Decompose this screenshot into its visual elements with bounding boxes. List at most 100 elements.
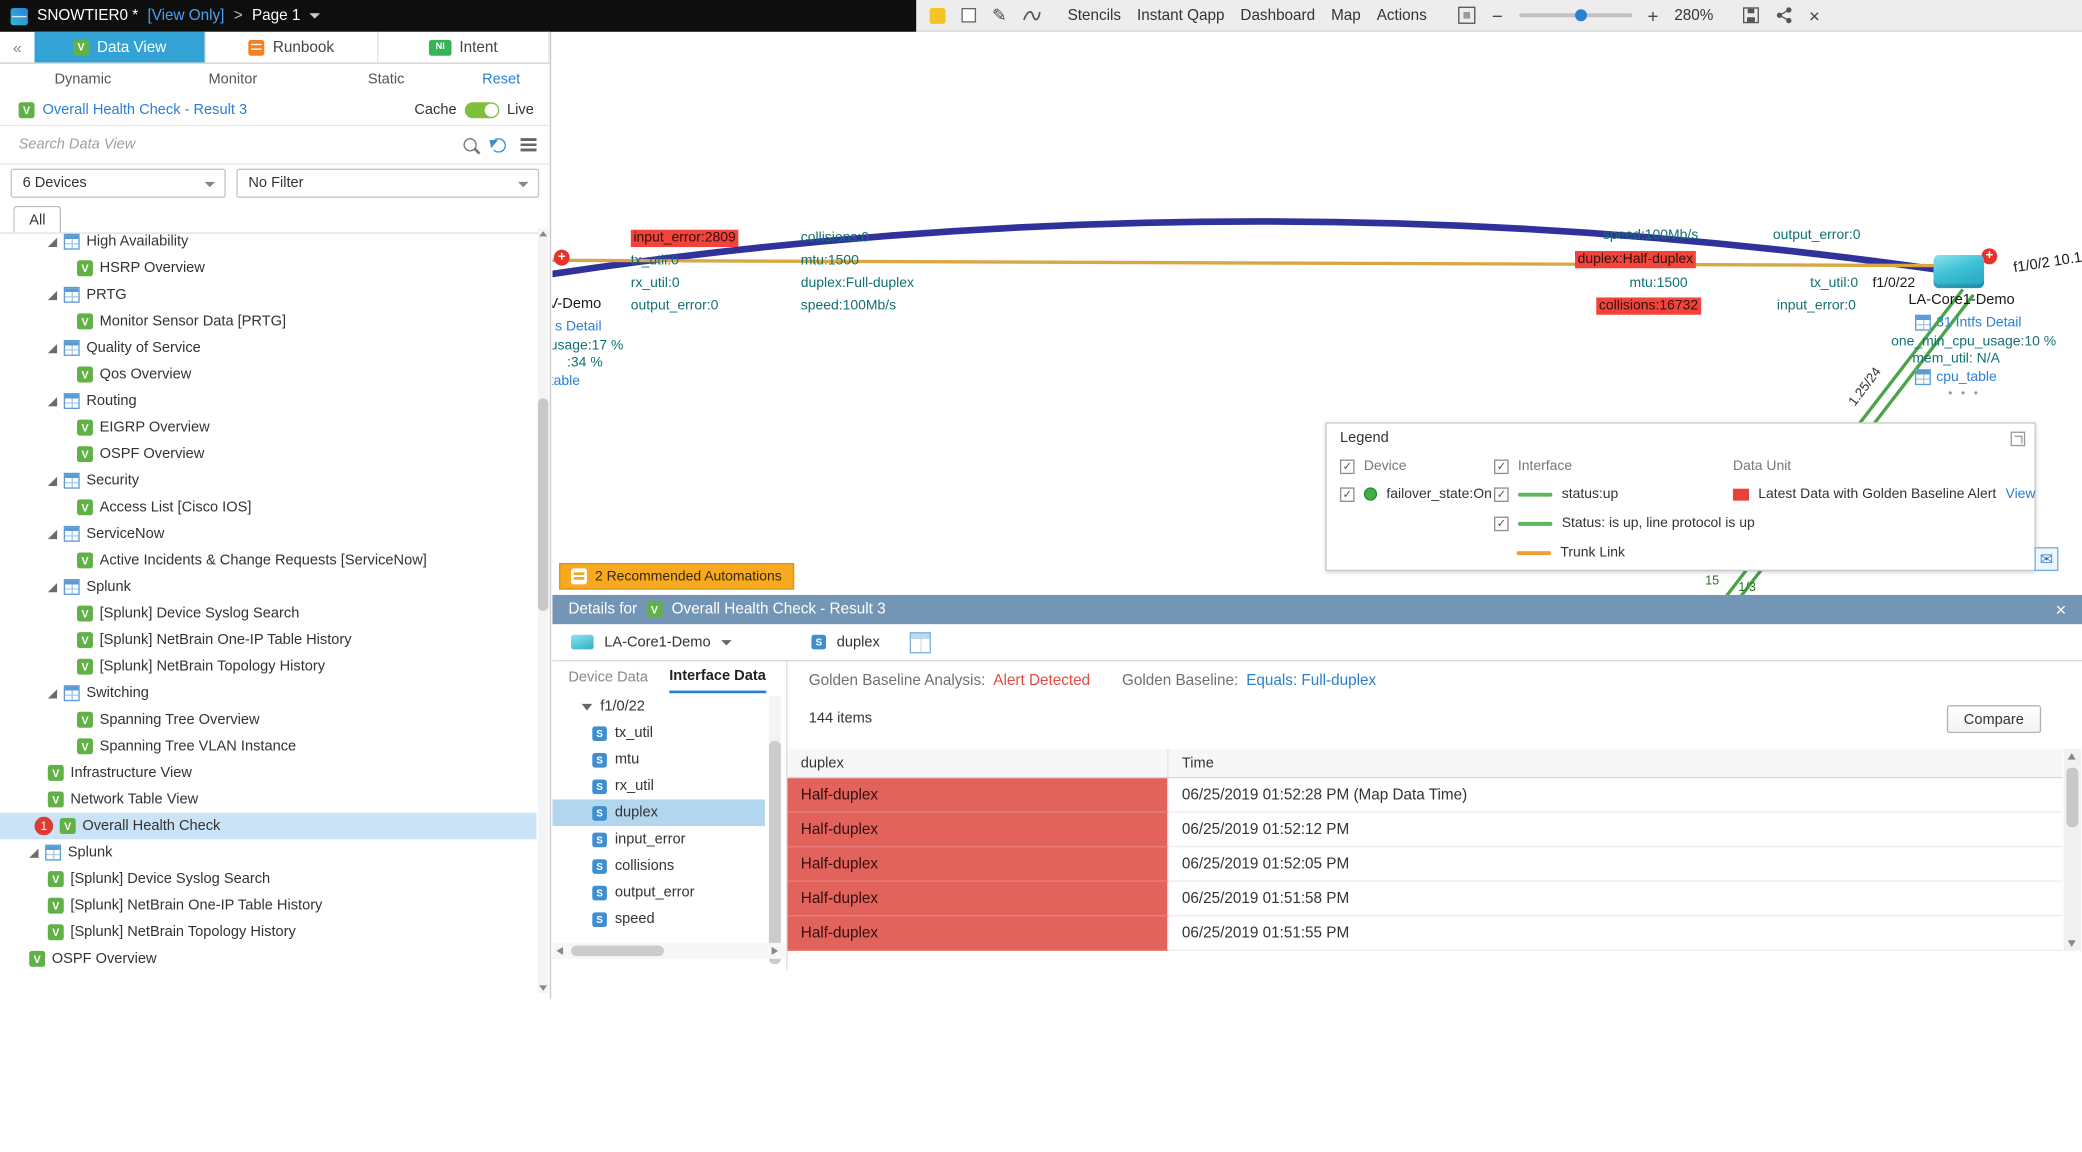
scrollbar-thumb[interactable] — [538, 398, 549, 610]
device-selector[interactable]: LA-Core1-Demo — [604, 634, 710, 650]
tree-folder-splunk[interactable]: Splunk — [0, 574, 537, 601]
tree-item[interactable]: [Splunk] NetBrain Topology History — [0, 653, 537, 680]
tree-item-overall-health-check[interactable]: 1Overall Health Check — [0, 813, 537, 840]
expand-legend-icon[interactable] — [2011, 432, 2026, 447]
collapse-triangle-icon[interactable] — [48, 396, 57, 405]
field-item-tx-util[interactable]: tx_util — [552, 720, 764, 747]
collapse-triangle-icon[interactable] — [48, 290, 57, 299]
interface-group-row[interactable]: f1/0/22 — [552, 693, 786, 720]
tree-folder-servicenow[interactable]: ServiceNow — [0, 521, 537, 548]
tree-item-network-table-view[interactable]: Network Table View — [0, 786, 537, 813]
close-details-icon[interactable]: × — [2055, 600, 2066, 619]
mode-static[interactable]: Static — [368, 72, 405, 88]
tree-item[interactable]: [Splunk] NetBrain Topology History — [0, 919, 537, 946]
scrollbar-thumb[interactable] — [769, 741, 781, 964]
field-item-input-error[interactable]: input_error — [552, 826, 764, 853]
cpu-table-link[interactable]: cpu_table — [1915, 369, 1997, 385]
alert-plus-badge[interactable] — [554, 250, 570, 266]
field-item-output-error[interactable]: output_error — [552, 879, 764, 906]
search-input[interactable] — [19, 137, 449, 153]
search-icon[interactable] — [463, 138, 476, 151]
more-options-dots[interactable]: • • • — [1948, 386, 1980, 399]
chevron-down-icon[interactable] — [721, 639, 732, 644]
close-map-button[interactable]: × — [1809, 5, 1820, 26]
column-header-time[interactable]: Time — [1169, 749, 2063, 778]
tree-item[interactable]: Monitor Sensor Data [PRTG] — [0, 308, 537, 335]
menu-stencils[interactable]: Stencils — [1068, 7, 1121, 23]
draw-tool-icon[interactable] — [992, 5, 1006, 26]
field-item-collisions[interactable]: collisions — [552, 853, 764, 880]
tree-item[interactable]: Active Incidents & Change Requests [Serv… — [0, 547, 537, 574]
tree-folder-security[interactable]: Security — [0, 467, 537, 494]
scroll-right-icon[interactable] — [772, 947, 779, 955]
zoom-in-button[interactable]: + — [1648, 6, 1659, 25]
tree-item[interactable]: Spanning Tree VLAN Instance — [0, 733, 537, 760]
tree-item[interactable]: HSRP Overview — [0, 255, 537, 282]
collapse-triangle-icon[interactable] — [48, 529, 57, 538]
tree-item[interactable]: Qos Overview — [0, 361, 537, 388]
recommended-automations-badge[interactable]: 2 Recommended Automations — [559, 563, 794, 590]
menu-icon[interactable] — [521, 138, 537, 151]
collapse-triangle-icon[interactable] — [48, 237, 57, 246]
field-item-speed[interactable]: speed — [552, 906, 764, 933]
zoom-slider[interactable] — [1519, 13, 1632, 17]
collapse-sidebar-icon[interactable] — [0, 32, 35, 63]
table-row[interactable]: Half-duplex06/25/2019 01:51:55 PM — [788, 916, 2063, 951]
checkbox-device[interactable] — [1340, 459, 1355, 474]
tree-folder-splunk-2[interactable]: Splunk — [0, 839, 537, 866]
tab-data-view[interactable]: Data View — [35, 32, 207, 63]
field-item-rx-util[interactable]: rx_util — [552, 773, 764, 800]
fit-to-screen-icon[interactable] — [1459, 7, 1476, 24]
scroll-up-icon[interactable] — [539, 231, 547, 236]
table-scrollbar[interactable] — [2064, 749, 2081, 951]
scroll-down-icon[interactable] — [2068, 940, 2076, 947]
map-canvas[interactable]: input_error:2809 collisions:0 tx_util:0 … — [552, 32, 2082, 595]
collapse-triangle-icon[interactable] — [48, 343, 57, 352]
table-row[interactable]: Half-duplex06/25/2019 01:52:05 PM — [788, 847, 2063, 882]
refresh-icon[interactable] — [491, 137, 506, 152]
compare-button[interactable]: Compare — [1947, 705, 2042, 733]
field-nav-hscrollbar[interactable] — [552, 943, 786, 959]
left-device-detail-link-fragment[interactable]: s Detail — [555, 319, 602, 335]
zoom-out-button[interactable]: − — [1492, 6, 1503, 25]
intfs-detail-link[interactable]: 31 Intfs Detail — [1915, 315, 2022, 331]
tree-folder-routing[interactable]: Routing — [0, 388, 537, 415]
tab-runbook[interactable]: Runbook — [206, 32, 378, 63]
menu-actions[interactable]: Actions — [1377, 7, 1427, 23]
field-item-duplex[interactable]: duplex — [552, 799, 764, 826]
mode-monitor[interactable]: Monitor — [208, 72, 257, 88]
send-mail-icon[interactable] — [2034, 547, 2058, 571]
tree-item[interactable]: Access List [Cisco IOS] — [0, 494, 537, 521]
checkbox-interface[interactable] — [1494, 459, 1509, 474]
field-nav-scrollbar[interactable] — [769, 696, 781, 927]
tree-item[interactable]: [Splunk] Device Syslog Search — [0, 866, 537, 893]
tree-item[interactable]: [Splunk] NetBrain One-IP Table History — [0, 892, 537, 919]
checkbox-line-protocol[interactable] — [1494, 516, 1509, 531]
devices-dropdown[interactable]: 6 Devices — [11, 169, 226, 198]
tree-folder-switching[interactable]: Switching — [0, 680, 537, 707]
scrollbar-thumb[interactable] — [2066, 768, 2078, 828]
tree-folder-qos[interactable]: Quality of Service — [0, 335, 537, 362]
tree-folder-prtg[interactable]: PRTG — [0, 282, 537, 309]
tree-item[interactable]: OSPF Overview — [0, 946, 537, 973]
column-header-duplex[interactable]: duplex — [788, 749, 1169, 778]
checkbox-failover[interactable] — [1340, 487, 1355, 502]
table-view-toggle-icon[interactable] — [909, 631, 930, 652]
collapse-triangle-icon[interactable] — [48, 689, 57, 698]
device-label-la-core1-demo[interactable]: LA-Core1-Demo — [1908, 292, 2014, 308]
zoom-slider-handle[interactable] — [1574, 9, 1586, 21]
tree-folder-high-availability[interactable]: High Availability — [0, 228, 537, 255]
menu-map[interactable]: Map — [1331, 7, 1361, 23]
collapse-triangle-icon[interactable] — [48, 476, 57, 485]
tree-item[interactable]: Spanning Tree Overview — [0, 706, 537, 733]
checkbox-status-up[interactable] — [1494, 487, 1509, 502]
view-link[interactable]: View — [2006, 486, 2036, 502]
filter-dropdown[interactable]: No Filter — [236, 169, 539, 198]
zoom-level[interactable]: 280% — [1674, 7, 1713, 23]
tab-intent[interactable]: Intent — [378, 32, 550, 63]
page-dropdown-caret[interactable] — [310, 13, 321, 18]
mode-dynamic[interactable]: Dynamic — [54, 72, 111, 88]
scrollbar-thumb[interactable] — [571, 946, 664, 957]
cache-live-toggle[interactable] — [465, 102, 500, 118]
scroll-up-icon[interactable] — [2068, 753, 2076, 760]
